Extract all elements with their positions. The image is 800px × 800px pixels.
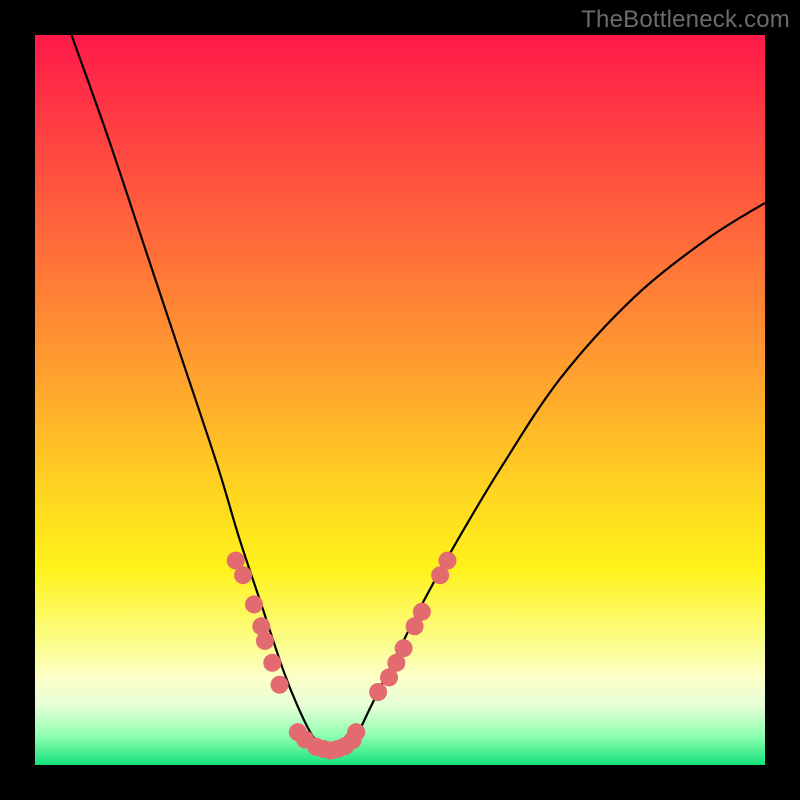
data-point — [234, 566, 252, 584]
data-point — [271, 676, 289, 694]
data-point — [263, 654, 281, 672]
data-point — [413, 603, 431, 621]
data-points — [227, 552, 457, 760]
data-point — [347, 723, 365, 741]
data-point — [245, 595, 263, 613]
watermark-text: TheBottleneck.com — [581, 6, 790, 34]
data-point — [395, 639, 413, 657]
chart-overlay — [35, 35, 765, 765]
bottleneck-curve — [72, 35, 766, 752]
data-point — [256, 632, 274, 650]
data-point — [369, 683, 387, 701]
data-point — [438, 552, 456, 570]
chart-frame: TheBottleneck.com — [0, 0, 800, 800]
